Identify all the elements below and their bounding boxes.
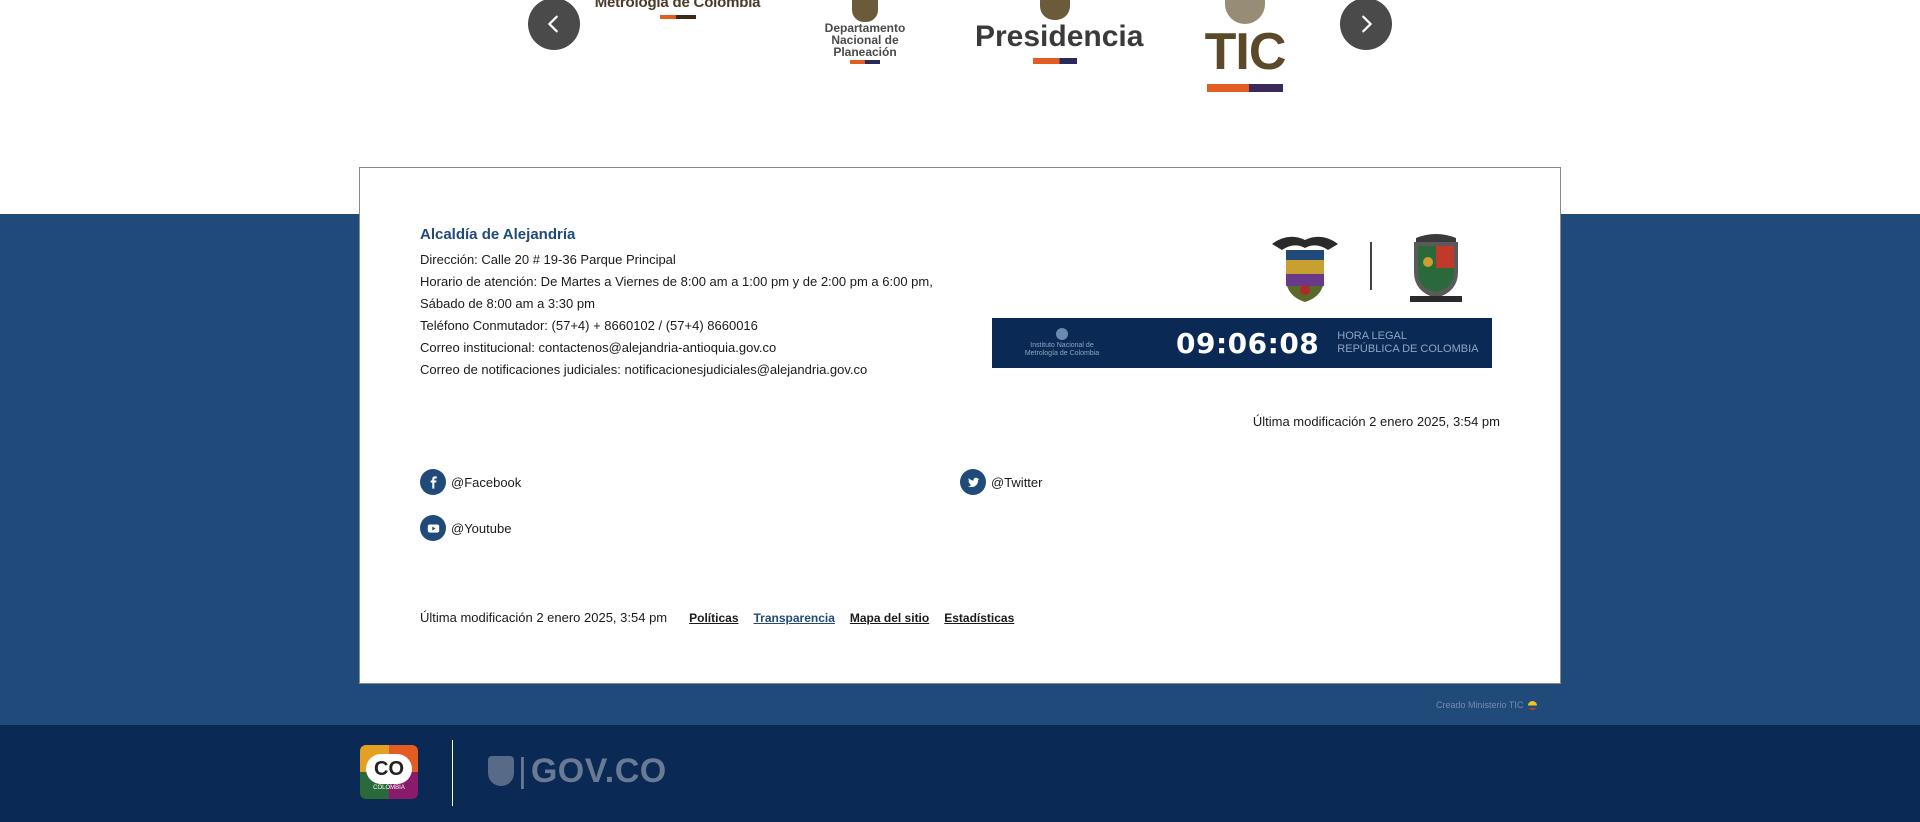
address-text: Dirección: Calle 20 # 19-36 Parque Princ…	[420, 252, 676, 267]
legal-time-value: 09:06:08	[1176, 326, 1320, 360]
bottom-separator	[452, 740, 453, 806]
logo-metrologia[interactable]: Metrología de Colombia	[585, 0, 770, 19]
youtube-label: @Youtube	[451, 520, 512, 536]
crests-separator	[1370, 242, 1372, 290]
govco-text: GOV.CO	[530, 752, 667, 790]
co-logo-subtext: COLOMBIA	[373, 784, 405, 791]
co-colombia-logo[interactable]: CO COLOMBIA	[360, 745, 418, 799]
footer-card: Alcaldía de Alejandría Dirección: Calle …	[359, 167, 1561, 684]
facebook-label: @Facebook	[451, 474, 522, 490]
legal-time-label-2: REPÚBLICA DE COLOMBIA	[1337, 343, 1479, 355]
logo-tic-text: TIC	[1204, 23, 1287, 81]
last-modified-bottom: Última modificación 2 enero 2025, 3:54 p…	[420, 610, 668, 625]
logo-presidencia-text: Presidencia	[975, 20, 1144, 53]
last-modified-top: Última modificación 2 enero 2025, 3:54 p…	[1252, 414, 1500, 429]
judicial-email-text: Correo de notificaciones judiciales: not…	[420, 362, 868, 377]
dnp-crest-icon	[852, 0, 878, 22]
youtube-link[interactable]: @Youtube	[420, 515, 511, 541]
carousel-next-button[interactable]	[1340, 0, 1392, 50]
twitter-icon	[960, 469, 986, 495]
inm-logo-line2: Metrología de Colombia	[1024, 350, 1100, 357]
credit-link[interactable]: Creado Ministerio TIC	[1436, 700, 1537, 711]
tic-crest-icon	[1225, 0, 1265, 24]
facebook-icon	[420, 469, 446, 495]
link-mapa-del-sitio[interactable]: Mapa del sitio	[850, 611, 929, 625]
legal-time-label-1: HORA LEGAL	[1337, 330, 1407, 342]
logo-tic-bar	[1207, 84, 1283, 92]
presidencia-crest-icon	[1040, 0, 1070, 20]
inm-mini-logo: Instituto Nacional de Metrología de Colo…	[992, 328, 1132, 358]
chevron-left-icon	[547, 15, 558, 33]
co-logo-text: CO	[366, 753, 412, 784]
govco-shield-icon	[488, 756, 514, 786]
youtube-icon	[420, 515, 446, 541]
colombia-coat-of-arms-icon	[1272, 236, 1338, 302]
carousel-prev-button[interactable]	[528, 0, 580, 50]
link-politicas[interactable]: Políticas	[689, 611, 738, 625]
hours-text-2: Sábado de 8:00 am a 3:30 pm	[420, 296, 595, 311]
logo-tic[interactable]: TIC	[1200, 0, 1290, 92]
link-estadisticas[interactable]: Estadísticas	[944, 611, 1014, 625]
logo-presidencia-bar	[1033, 58, 1077, 64]
logo-presidencia[interactable]: Presidencia	[975, 0, 1144, 64]
logo-dnp-line2: Nacional de Planeación	[831, 33, 899, 59]
credit-text: Creado Ministerio TIC	[1436, 700, 1524, 710]
govco-bar: CO COLOMBIA | GOV.CO	[0, 725, 1920, 822]
legal-time-widget[interactable]: Instituto Nacional de Metrología de Colo…	[992, 318, 1492, 368]
logo-metrologia-bar	[659, 15, 696, 19]
logo-dnp-bar	[850, 60, 880, 64]
crests-group	[1270, 230, 1490, 306]
twitter-label: @Twitter	[991, 474, 1043, 490]
logo-dnp[interactable]: Departamento Nacional de Planeación	[800, 0, 930, 64]
contact-info: Alcaldía de Alejandría Dirección: Calle …	[420, 226, 1020, 381]
govco-pipe: |	[518, 752, 527, 790]
logo-metrologia-text: Metrología de Colombia	[594, 0, 761, 11]
link-transparencia[interactable]: Transparencia	[754, 611, 835, 625]
chevron-right-icon	[1362, 15, 1373, 33]
hours-text-1: Horario de atención: De Martes a Viernes…	[420, 274, 933, 289]
org-name: Alcaldía de Alejandría	[420, 226, 576, 243]
legal-time-label: HORA LEGAL REPÚBLICA DE COLOMBIA	[1337, 330, 1478, 356]
facebook-link[interactable]: @Facebook	[420, 469, 521, 495]
phone-text: Teléfono Conmutador: (57+4) + 8660102 / …	[420, 318, 758, 333]
govco-logo[interactable]: | GOV.CO	[488, 751, 667, 791]
inm-logo-icon	[1056, 328, 1068, 340]
email-text: Correo institucional: contactenos@alejan…	[420, 340, 777, 355]
antioquia-coat-of-arms-icon	[1410, 234, 1462, 302]
colombia-flag-icon	[1527, 701, 1537, 711]
inm-logo-line1: Instituto Nacional de	[1030, 342, 1094, 349]
footer-links: Última modificación 2 enero 2025, 3:54 p…	[420, 610, 1029, 625]
twitter-link[interactable]: @Twitter	[960, 469, 1042, 495]
